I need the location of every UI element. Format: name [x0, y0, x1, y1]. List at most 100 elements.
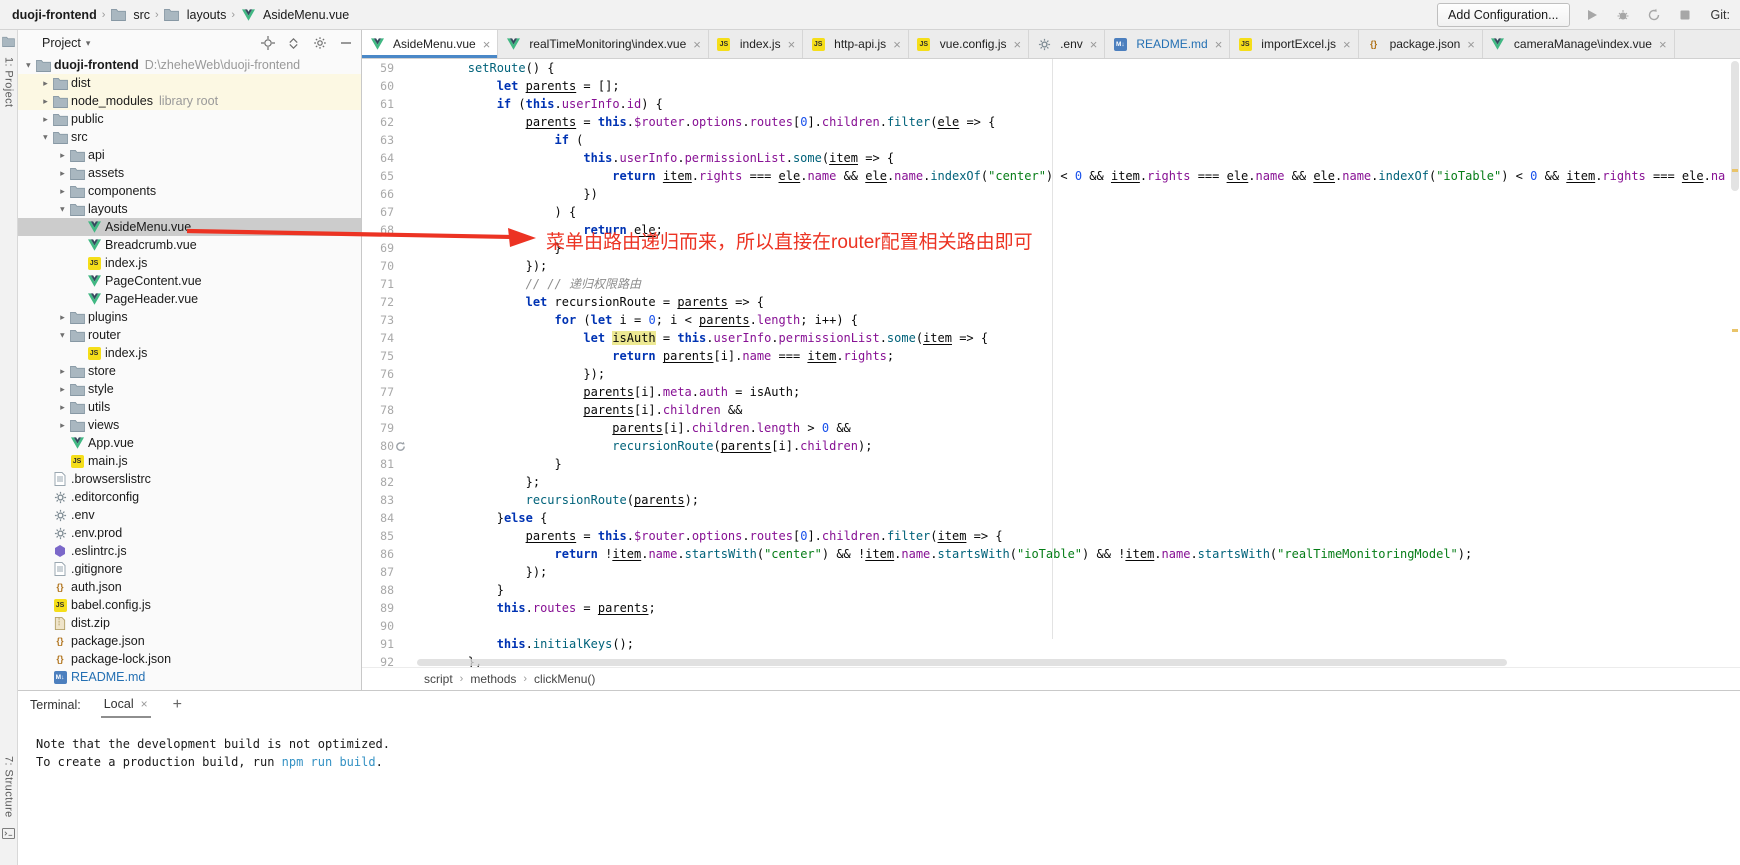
tree-item-Breadcrumb.vue[interactable]: Breadcrumb.vue: [18, 236, 361, 254]
warning-stripe-mark[interactable]: [1732, 329, 1738, 332]
tree-item-README.md[interactable]: M↓README.md: [18, 668, 361, 686]
tree-item-auth.json[interactable]: {}auth.json: [18, 578, 361, 596]
add-configuration-button[interactable]: Add Configuration...: [1437, 3, 1570, 27]
tree-item-store[interactable]: ▸store: [18, 362, 361, 380]
tree-item-index.js[interactable]: JSindex.js: [18, 344, 361, 362]
tree-item-package.json[interactable]: {}package.json: [18, 632, 361, 650]
hide-panel-icon[interactable]: [338, 36, 353, 51]
editor-tab-cameraManage\index.vue[interactable]: cameraManage\index.vue×: [1483, 30, 1675, 58]
tree-item-babel.config.js[interactable]: JSbabel.config.js: [18, 596, 361, 614]
tree-item-.browserslistrc[interactable]: .browserslistrc: [18, 470, 361, 488]
update-project-icon[interactable]: [1645, 6, 1663, 24]
terminal-output[interactable]: Note that the development build is not o…: [18, 719, 1740, 771]
tab-close-icon[interactable]: ×: [893, 38, 901, 51]
tree-item-layouts[interactable]: ▸layouts: [18, 200, 361, 218]
tree-chevron-icon[interactable]: ▸: [56, 186, 69, 197]
horizontal-scrollbar[interactable]: [417, 659, 1507, 666]
tree-chevron-icon[interactable]: ▸: [39, 96, 52, 107]
tree-chevron-icon[interactable]: ▸: [56, 312, 69, 323]
project-stripe-icon[interactable]: [2, 36, 15, 47]
editor-tab-index.js[interactable]: JSindex.js×: [709, 30, 803, 58]
tree-chevron-icon[interactable]: ▸: [39, 114, 52, 125]
tree-item-router[interactable]: ▸router: [18, 326, 361, 344]
tree-chevron-icon[interactable]: ▸: [39, 78, 52, 89]
editor-tab-package.json[interactable]: {}package.json×: [1359, 30, 1483, 58]
gear-icon[interactable]: [312, 36, 327, 51]
editor-tab-importExcel.js[interactable]: JSimportExcel.js×: [1230, 30, 1358, 58]
locate-file-icon[interactable]: [260, 36, 275, 51]
tab-close-icon[interactable]: ×: [788, 38, 796, 51]
tab-close-icon[interactable]: ×: [1467, 38, 1475, 51]
close-icon[interactable]: ×: [141, 697, 148, 711]
git-branch-widget[interactable]: Git:: [1711, 8, 1730, 22]
tab-close-icon[interactable]: ×: [693, 38, 701, 51]
tab-close-icon[interactable]: ×: [1090, 38, 1098, 51]
tree-item-.eslintrc.js[interactable]: .eslintrc.js: [18, 542, 361, 560]
tree-chevron-icon[interactable]: ▸: [56, 150, 69, 161]
tab-close-icon[interactable]: ×: [1343, 38, 1351, 51]
tree-chevron-icon[interactable]: ▸: [56, 384, 69, 395]
stripe-structure-label[interactable]: 7: Structure: [3, 756, 15, 818]
warning-stripe-mark[interactable]: [1732, 169, 1738, 172]
tree-item-utils[interactable]: ▸utils: [18, 398, 361, 416]
editor-breadcrumb-item-methods[interactable]: methods: [470, 672, 516, 686]
breadcrumb-item-AsideMenu.vue[interactable]: AsideMenu.vue: [238, 8, 351, 22]
terminal-stripe-icon[interactable]: [2, 828, 15, 839]
tree-chevron-icon[interactable]: ▸: [40, 131, 51, 144]
tab-close-icon[interactable]: ×: [1013, 38, 1021, 51]
editor-tab-.env[interactable]: .env×: [1029, 30, 1105, 58]
tree-item-PageHeader.vue[interactable]: PageHeader.vue: [18, 290, 361, 308]
run-icon[interactable]: [1583, 6, 1601, 24]
tree-item-duoji-frontend[interactable]: ▸duoji-frontendD:\zheheWeb\duoji-fronten…: [18, 56, 361, 74]
breadcrumb-item-src[interactable]: src: [108, 8, 152, 22]
breadcrumb-item-layouts[interactable]: layouts: [162, 8, 229, 22]
tree-item-plugins[interactable]: ▸plugins: [18, 308, 361, 326]
tree-item-.env.prod[interactable]: .env.prod: [18, 524, 361, 542]
tree-item-src[interactable]: ▸src: [18, 128, 361, 146]
tab-close-icon[interactable]: ×: [1659, 38, 1667, 51]
collapse-all-icon[interactable]: [286, 36, 301, 51]
tree-item-.editorconfig[interactable]: .editorconfig: [18, 488, 361, 506]
tree-item-node_modules[interactable]: ▸node_moduleslibrary root: [18, 92, 361, 110]
tree-item-style[interactable]: ▸style: [18, 380, 361, 398]
tree-item-.env[interactable]: .env: [18, 506, 361, 524]
tree-chevron-icon[interactable]: ▸: [56, 168, 69, 179]
editor-breadcrumb-item-clickMenu()[interactable]: clickMenu(): [534, 672, 595, 686]
tree-item-api[interactable]: ▸api: [18, 146, 361, 164]
editor-tab-README.md[interactable]: M↓README.md×: [1105, 30, 1230, 58]
tree-item-index.js[interactable]: JSindex.js: [18, 254, 361, 272]
stop-icon[interactable]: [1676, 6, 1694, 24]
project-view-selector[interactable]: Project: [42, 36, 81, 50]
tree-item-dist[interactable]: ▸dist: [18, 74, 361, 92]
tree-item-App.vue[interactable]: App.vue: [18, 434, 361, 452]
tree-item-main.js[interactable]: JSmain.js: [18, 452, 361, 470]
tree-item-PageContent.vue[interactable]: PageContent.vue: [18, 272, 361, 290]
tree-chevron-icon[interactable]: ▸: [56, 366, 69, 377]
tree-item-public[interactable]: ▸public: [18, 110, 361, 128]
editor-breadcrumb-item-script[interactable]: script: [424, 672, 453, 686]
tree-chevron-icon[interactable]: ▸: [57, 329, 68, 342]
code-editor[interactable]: 59 setRoute() {60 let parents = [];61 if…: [362, 59, 1740, 667]
stripe-project-label[interactable]: 1: Project: [3, 57, 15, 107]
tab-close-icon[interactable]: ×: [483, 38, 491, 51]
tree-item-views[interactable]: ▸views: [18, 416, 361, 434]
tree-chevron-icon[interactable]: ▸: [23, 59, 34, 72]
debug-icon[interactable]: [1614, 6, 1632, 24]
tree-item-package-lock.json[interactable]: {}package-lock.json: [18, 650, 361, 668]
tree-item-.gitignore[interactable]: .gitignore: [18, 560, 361, 578]
tree-item-AsideMenu.vue[interactable]: AsideMenu.vue: [18, 218, 361, 236]
tree-item-dist.zip[interactable]: dist.zip: [18, 614, 361, 632]
tree-item-assets[interactable]: ▸assets: [18, 164, 361, 182]
breadcrumb-item-duoji-frontend[interactable]: duoji-frontend: [10, 8, 99, 22]
tree-chevron-icon[interactable]: ▸: [56, 420, 69, 431]
tree-item-components[interactable]: ▸components: [18, 182, 361, 200]
tab-close-icon[interactable]: ×: [1215, 38, 1223, 51]
tree-chevron-icon[interactable]: ▸: [57, 203, 68, 216]
editor-tab-realTimeMonitoring\index.vue[interactable]: realTimeMonitoring\index.vue×: [498, 30, 709, 58]
tree-chevron-icon[interactable]: ▸: [56, 402, 69, 413]
new-terminal-session-button[interactable]: +: [173, 696, 182, 714]
terminal-tab-local[interactable]: Local ×: [101, 692, 151, 718]
editor-tab-vue.config.js[interactable]: JSvue.config.js×: [909, 30, 1029, 58]
editor-tab-AsideMenu.vue[interactable]: AsideMenu.vue×: [362, 30, 498, 58]
editor-tab-http-api.js[interactable]: JShttp-api.js×: [803, 30, 909, 58]
